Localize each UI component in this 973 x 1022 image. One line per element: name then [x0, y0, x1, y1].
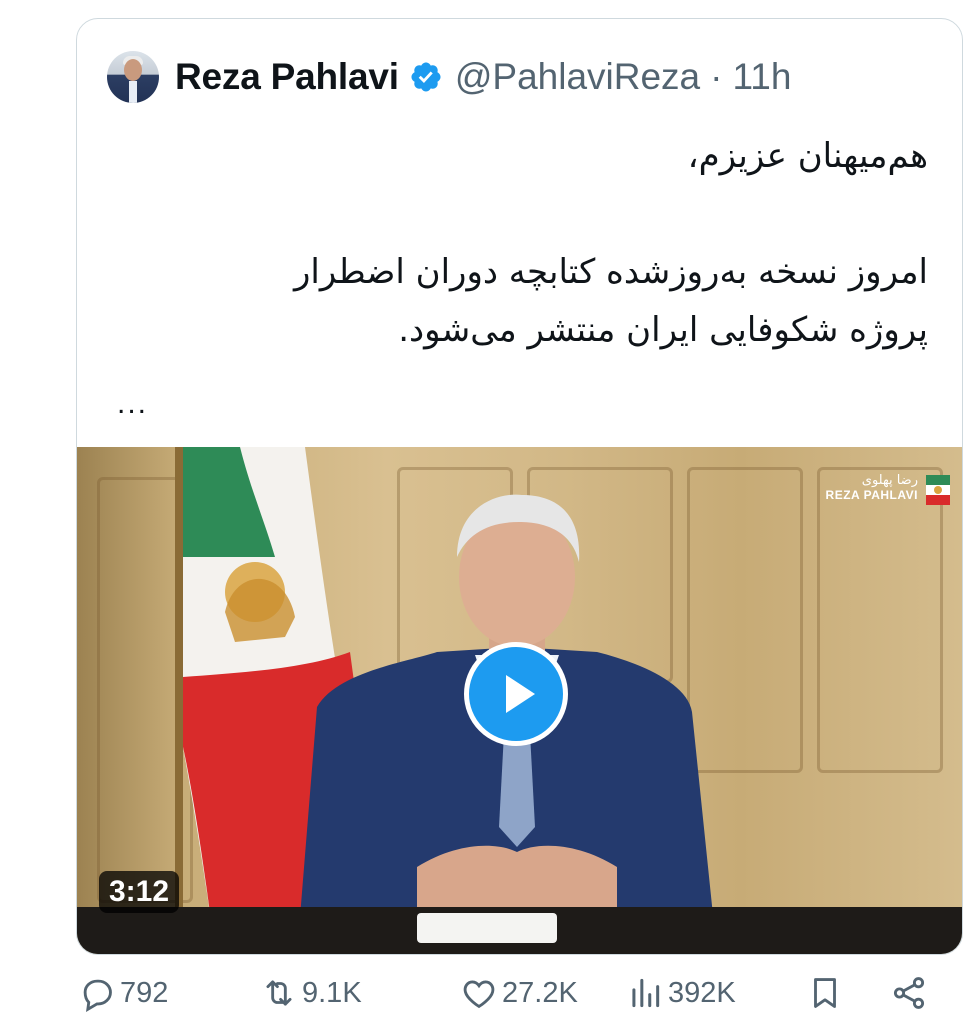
play-icon: [506, 675, 535, 713]
author-avatar[interactable]: [107, 51, 159, 103]
separator-dot: ·: [710, 56, 723, 97]
tweet-text-line: پروژه شکوفایی ایران منتشر می‌شود.: [398, 310, 928, 350]
like-button[interactable]: 27.2K: [460, 974, 578, 1012]
views-chart-icon: [632, 978, 660, 1008]
share-button[interactable]: [890, 974, 928, 1012]
author-name[interactable]: Reza Pahlavi: [175, 56, 399, 98]
reply-icon: [83, 979, 112, 1012]
tweet-actions: 792 9.1K 27.2K 392K: [78, 968, 963, 1018]
tweet-text: هم‌میهنان عزیزم، امروز نسخه به‌روزشده کت…: [107, 127, 928, 359]
repost-icon: [266, 980, 292, 1006]
video-watermark: رضا پهلوی REZA PAHLAVI: [825, 473, 950, 505]
share-icon: [893, 977, 925, 1009]
show-more-ellipsis[interactable]: ...: [117, 387, 148, 421]
bookmark-button[interactable]: [806, 974, 844, 1012]
bookmark-icon: [814, 978, 836, 1008]
video-player[interactable]: رضا پهلوی REZA PAHLAVI 3:12: [77, 447, 962, 954]
verified-badge-icon: [411, 62, 441, 92]
video-duration: 3:12: [99, 871, 180, 913]
watermark-en: REZA PAHLAVI: [825, 488, 918, 502]
tweet-text-line: امروز نسخه به‌روزشده کتابچه دوران اضطرار: [293, 252, 928, 292]
watermark-fa: رضا پهلوی: [861, 473, 918, 488]
tweet-card[interactable]: Reza Pahlavi @PahlaviReza · 11h هم‌میهنا…: [76, 18, 963, 955]
like-count: 27.2K: [502, 976, 578, 1009]
tweet-text-line: هم‌میهنان عزیزم،: [687, 136, 928, 176]
reply-button[interactable]: 792: [78, 974, 168, 1012]
author-handle[interactable]: @PahlaviReza: [455, 56, 700, 98]
heart-icon: [463, 980, 495, 1009]
repost-button[interactable]: 9.1K: [260, 974, 362, 1012]
reply-count: 792: [120, 976, 169, 1009]
views-button[interactable]: 392K: [626, 974, 736, 1012]
tweet-timestamp[interactable]: 11h: [732, 56, 791, 98]
tweet-header: Reza Pahlavi @PahlaviReza · 11h: [107, 47, 791, 107]
play-button[interactable]: [464, 642, 568, 746]
views-count: 392K: [668, 976, 736, 1009]
watermark-flag-icon: [926, 475, 950, 505]
repost-count: 9.1K: [302, 976, 362, 1009]
